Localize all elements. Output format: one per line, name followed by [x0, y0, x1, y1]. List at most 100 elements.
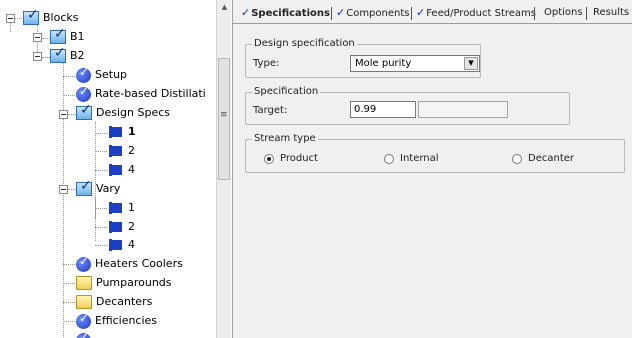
tree-item-label: Pumparounds: [96, 276, 172, 289]
tree-connector: [63, 76, 75, 77]
stream-type-group: Stream type Product Internal Decanter: [245, 133, 625, 173]
tree-item-setup[interactable]: Setup: [76, 65, 128, 84]
tree-item-label: B2: [70, 49, 85, 62]
tree-item-design-spec-2[interactable]: 2: [108, 142, 135, 160]
group-legend: Design specification: [252, 38, 357, 49]
folder-check-icon: [76, 178, 92, 196]
tree-item-label: Setup: [95, 68, 128, 81]
type-select[interactable]: Mole purity ▼: [350, 55, 480, 72]
tree-item-rate-based-distillation[interactable]: Rate-based Distillati: [76, 84, 206, 103]
chevron-down-icon[interactable]: ▼: [464, 57, 478, 70]
tree-item-label: B1: [70, 30, 85, 43]
complete-check-icon: [76, 330, 91, 338]
tree-item-vary-4[interactable]: 4: [108, 236, 135, 254]
tree-item-label: 1: [128, 125, 136, 138]
specification-group: Specification Target: 0.99: [245, 86, 570, 125]
tree-expander-blocks[interactable]: [6, 14, 15, 23]
scroll-grip-icon: ≡: [220, 110, 228, 120]
tree-item-decanters[interactable]: Decanters: [76, 293, 152, 311]
tree-item-label: Heaters Coolers: [95, 257, 183, 270]
radio-label: Product: [280, 153, 318, 164]
group-legend: Stream type: [252, 133, 318, 144]
tree-item-design-spec-1[interactable]: 1: [108, 123, 136, 141]
tab-separator: [411, 7, 412, 20]
tree-connector: [95, 151, 107, 152]
tree-view[interactable]: Blocks B1 B2 Setup Rate-based Distillati…: [0, 0, 216, 338]
tree-item-design-specs[interactable]: Design Specs: [76, 102, 170, 122]
tab-separator: [331, 7, 332, 20]
tree-item-label: Rate-based Distillati: [95, 87, 206, 100]
tree-expander-b2[interactable]: [33, 52, 42, 61]
tree-connector: [63, 62, 64, 338]
folder-icon: [76, 295, 92, 309]
tree-expander-b1[interactable]: [33, 33, 42, 42]
tab-label: Results: [593, 7, 630, 18]
spec-flag-icon: [108, 125, 124, 139]
tree-connector: [95, 227, 107, 228]
type-label: Type:: [253, 58, 280, 69]
radio-product[interactable]: Product: [264, 153, 318, 164]
tab-options[interactable]: Options: [542, 4, 585, 22]
complete-check-icon: [76, 65, 91, 83]
tree-connector: [95, 245, 107, 246]
tree-item-label: 2: [128, 144, 135, 157]
target-input[interactable]: 0.99: [350, 101, 416, 118]
folder-check-icon: [76, 102, 92, 120]
tab-label: Specifications: [251, 8, 330, 19]
tree-item-label: 4: [128, 163, 135, 176]
tree-item-blocks[interactable]: Blocks: [23, 7, 78, 27]
target-units-box[interactable]: [418, 101, 508, 118]
form-pane: ✓Specifications ✓Components ✓Feed/Produc…: [232, 0, 632, 338]
tree-item-design-spec-4[interactable]: 4: [108, 161, 135, 179]
tab-label: Components: [346, 8, 410, 19]
tree-item-pumparounds[interactable]: Pumparounds: [76, 274, 172, 292]
folder-icon: [76, 276, 92, 290]
tree-item-b1[interactable]: B1: [50, 26, 85, 46]
radio-unselected-icon: [384, 153, 394, 164]
radio-selected-icon: [264, 153, 274, 164]
tree-item-b2[interactable]: B2: [50, 45, 85, 65]
tree-connector: [63, 95, 75, 96]
tree-item-label: Design Specs: [96, 106, 170, 119]
tree-item-vary-2[interactable]: 2: [108, 218, 135, 236]
tree-connector: [95, 197, 96, 241]
scroll-thumb[interactable]: ≡: [218, 58, 230, 180]
tree-connector: [63, 302, 75, 303]
tree-expander-design-specs[interactable]: [59, 110, 68, 119]
tree-item-vary-1[interactable]: 1: [108, 199, 135, 217]
tree-item-label: Decanters: [96, 295, 153, 308]
tab-strip: ✓Specifications ✓Components ✓Feed/Produc…: [233, 0, 632, 24]
complete-check-icon: [76, 254, 91, 272]
radio-label: Decanter: [528, 153, 575, 164]
radio-decanter[interactable]: Decanter: [512, 153, 574, 164]
scroll-up-arrow-icon[interactable]: ▲: [217, 0, 232, 15]
radio-internal[interactable]: Internal: [384, 153, 439, 164]
tree-item-label: 2: [128, 220, 135, 233]
tree-connector: [10, 22, 11, 32]
tab-components[interactable]: ✓Components: [334, 4, 412, 22]
tab-separator: [534, 7, 535, 20]
type-select-value: Mole purity: [355, 58, 412, 69]
tab-feed-product-streams[interactable]: ✓Feed/Product Streams: [414, 4, 538, 22]
tree-expander-vary[interactable]: [59, 185, 68, 194]
tree-item-efficiencies[interactable]: Efficiencies: [76, 311, 158, 330]
tab-check-icon: ✓: [336, 6, 346, 19]
tree-connector: [63, 283, 75, 284]
tree-item-vary[interactable]: Vary: [76, 178, 120, 198]
tree-connector: [95, 208, 107, 209]
tree-connector: [95, 133, 107, 134]
tree-item-label: Efficiencies: [95, 314, 158, 327]
tree-scrollbar[interactable]: ▲ ≡: [216, 0, 231, 338]
tab-label: Options: [544, 7, 583, 18]
tree-connector: [68, 189, 76, 190]
tree-connector: [68, 114, 76, 115]
tree-item-heaters-coolers[interactable]: Heaters Coolers: [76, 254, 183, 273]
spec-flag-icon: [108, 144, 124, 158]
tab-specifications[interactable]: ✓Specifications: [239, 4, 332, 22]
tab-label: Feed/Product Streams: [426, 8, 536, 19]
radio-label: Internal: [400, 153, 439, 164]
vary-flag-icon: [108, 238, 124, 252]
vary-flag-icon: [108, 220, 124, 234]
tab-results[interactable]: Results: [591, 4, 631, 22]
blocks-folder-icon: [23, 7, 39, 25]
